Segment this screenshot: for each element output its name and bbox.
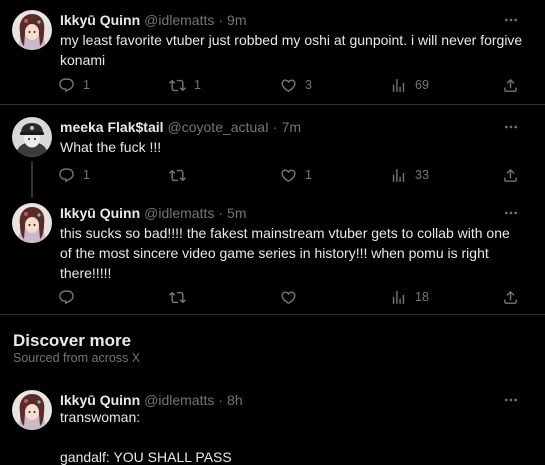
avatar[interactable] (12, 117, 52, 157)
retweet-icon (169, 77, 186, 94)
heart-icon (280, 77, 297, 94)
action-bar: 18 (52, 287, 530, 307)
more-icon[interactable] (503, 119, 519, 135)
reply-icon (58, 77, 75, 94)
tweet-text: transwoman: gandalf: YOU SHALL PASS (60, 407, 530, 465)
like-count: 1 (305, 168, 312, 182)
tweet[interactable]: Ikkyū Quinn @idlematts · 5m this sucks s… (0, 203, 545, 308)
view-count: 33 (415, 168, 429, 182)
author-handle[interactable]: @coyote_actuaI (168, 119, 269, 135)
separator-dot: · (272, 119, 278, 135)
more-icon[interactable] (503, 12, 519, 28)
tweet-text-line (60, 427, 530, 447)
tweet-text-line: this sucks so bad!!!! the fakest mainstr… (60, 225, 510, 241)
author-name[interactable]: Ikkyū Quinn (60, 392, 140, 408)
author-name[interactable]: Ikkyū Quinn (60, 205, 140, 221)
reply-icon (58, 167, 75, 184)
view-count: 18 (415, 290, 429, 304)
views-icon (390, 289, 407, 306)
timestamp[interactable]: 9m (227, 12, 246, 28)
tweet-header: Ikkyū Quinn @idlematts · 9m (60, 10, 246, 30)
views-button[interactable]: 18 (390, 287, 429, 307)
tweet-text-line: my least favorite vtuber just robbed my … (60, 32, 523, 48)
view-count: 69 (415, 78, 429, 92)
tweet-text: my least favorite vtuber just robbed my … (60, 30, 530, 70)
more-icon[interactable] (503, 392, 519, 408)
tweet-text-line: What the fuck !!! (60, 139, 162, 155)
retweet-button[interactable]: 1 (169, 75, 201, 95)
section-title: Discover more (13, 331, 132, 350)
action-bar: 1 1 33 (52, 165, 530, 185)
tweet-header: meeka Flak$tail @coyote_actuaI · 7m (60, 117, 301, 137)
reply-icon (58, 289, 75, 306)
timestamp[interactable]: 8h (227, 392, 243, 408)
share-icon (502, 289, 519, 306)
share-button[interactable] (502, 165, 519, 185)
retweet-icon (169, 167, 186, 184)
author-name[interactable]: meeka Flak$tail (60, 119, 164, 135)
heart-icon (280, 167, 297, 184)
avatar[interactable] (12, 390, 52, 430)
action-bar: 1 1 3 69 (52, 75, 530, 95)
reply-count: 1 (83, 168, 90, 182)
divider (0, 104, 545, 105)
views-icon (390, 167, 407, 184)
author-handle[interactable]: @idlematts (144, 205, 214, 221)
retweet-button[interactable] (169, 165, 194, 185)
tweet[interactable]: meeka Flak$tail @coyote_actuaI · 7m What… (0, 117, 545, 197)
views-button[interactable]: 33 (390, 165, 429, 185)
author-handle[interactable]: @idlematts (144, 12, 214, 28)
tweet-text-line: there!!!!! (60, 265, 112, 281)
share-button[interactable] (502, 287, 519, 307)
avatar[interactable] (12, 10, 52, 50)
reply-button[interactable]: 1 (58, 75, 90, 95)
avatar[interactable] (12, 203, 52, 243)
retweet-button[interactable] (169, 287, 194, 307)
share-icon (502, 167, 519, 184)
like-button[interactable]: 3 (280, 75, 312, 95)
share-icon (502, 77, 519, 94)
timestamp[interactable]: 7m (282, 119, 301, 135)
thread-line (31, 161, 33, 198)
tweet-text: What the fuck !!! (60, 137, 530, 157)
reply-count: 1 (83, 78, 90, 92)
retweet-icon (169, 289, 186, 306)
tweet[interactable]: Ikkyū Quinn @idlematts · 8h transwoman: … (0, 390, 545, 465)
author-handle[interactable]: @idlematts (144, 392, 214, 408)
tweet[interactable]: Ikkyū Quinn @idlematts · 9m my least fav… (0, 10, 545, 100)
like-button[interactable] (280, 287, 305, 307)
timestamp[interactable]: 5m (227, 205, 246, 221)
tweet-text: this sucks so bad!!!! the fakest mainstr… (60, 223, 530, 283)
divider (0, 314, 545, 315)
reply-button[interactable] (58, 287, 83, 307)
section-subtitle: Sourced from across X (13, 351, 141, 365)
tweet-text-line: konami (60, 52, 106, 68)
reply-button[interactable]: 1 (58, 165, 90, 185)
heart-icon (280, 289, 297, 306)
views-icon (390, 77, 407, 94)
separator-dot: · (218, 205, 224, 221)
separator-dot: · (218, 12, 224, 28)
tweet-text-line: gandalf: YOU SHALL PASS (60, 449, 232, 465)
like-count: 3 (305, 78, 312, 92)
tweet-text-line: of the most sincere video game series in… (60, 245, 489, 261)
tweet-header: Ikkyū Quinn @idlematts · 5m (60, 203, 246, 223)
author-name[interactable]: Ikkyū Quinn (60, 12, 140, 28)
views-button[interactable]: 69 (390, 75, 429, 95)
share-button[interactable] (502, 75, 519, 95)
more-icon[interactable] (503, 205, 519, 221)
retweet-count: 1 (194, 78, 201, 92)
separator-dot: · (218, 392, 224, 408)
tweet-text-line: transwoman: (60, 409, 141, 425)
like-button[interactable]: 1 (280, 165, 312, 185)
